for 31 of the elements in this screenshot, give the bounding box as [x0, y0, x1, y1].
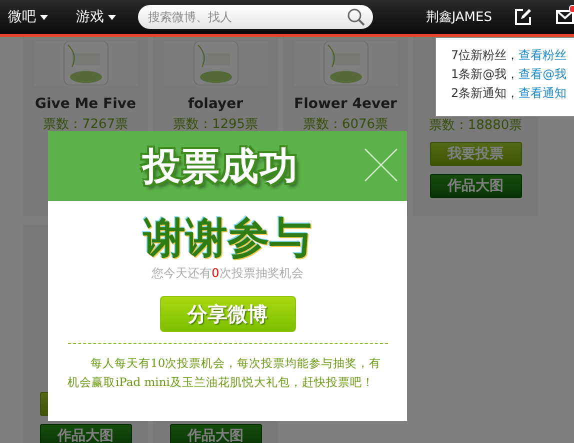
edit-icon[interactable] — [514, 8, 532, 26]
menu-dropdown[interactable]: 游戏 — [76, 8, 116, 26]
thanks-heading: 谢谢参与 — [144, 213, 312, 263]
caret-icon — [40, 14, 48, 20]
view-image-button[interactable]: 作品大图 — [40, 424, 132, 443]
notification-text: 1条新@我，查看@我 — [451, 66, 568, 82]
search-field[interactable]: 搜索微博、找人 — [138, 5, 373, 29]
vote-count: 票数：18880票 — [428, 117, 522, 134]
notification-text: 2条新通知，查看通知 — [451, 85, 568, 101]
view-image-button[interactable]: 作品大图 — [170, 424, 262, 443]
user-name[interactable]: 荆鑫JAMES — [426, 8, 492, 26]
vote-count: 票数：7267票 — [42, 116, 128, 133]
product-name: folayer — [188, 96, 244, 112]
notification-link[interactable]: 查看通知 — [518, 86, 567, 100]
dialog-title: 投票成功 — [142, 142, 298, 190]
vote-count: 票数：1295票 — [172, 116, 258, 133]
caret-icon — [108, 14, 116, 20]
menu-dropdown[interactable]: 微吧 — [8, 8, 48, 26]
vote-count: 票数：6076票 — [302, 116, 388, 133]
view-image-button[interactable]: 作品大图 — [430, 174, 522, 198]
mail-icon[interactable] — [556, 8, 574, 26]
search-input[interactable]: 搜索微博、找人 — [146, 9, 347, 25]
share-button[interactable]: 分享微博 — [160, 296, 296, 332]
chances-text: 您今天还有0次投票抽奖机会 — [152, 265, 304, 282]
search-icon[interactable] — [347, 8, 365, 26]
product-name: Flower 4ever — [294, 96, 397, 112]
rules-note: 每人每天有10次投票机会，每次投票均能参与抽奖，有机会赢取iPad mini及玉兰油花肌悦大礼包，赶快投票吧！ — [68, 355, 382, 391]
notification-link[interactable]: 查看粉丝 — [518, 48, 567, 62]
notification-link[interactable]: 查看@我 — [518, 67, 567, 81]
product-name: Give Me Five — [34, 96, 136, 112]
notification-text: 7位新粉丝，查看粉丝 — [451, 47, 568, 63]
